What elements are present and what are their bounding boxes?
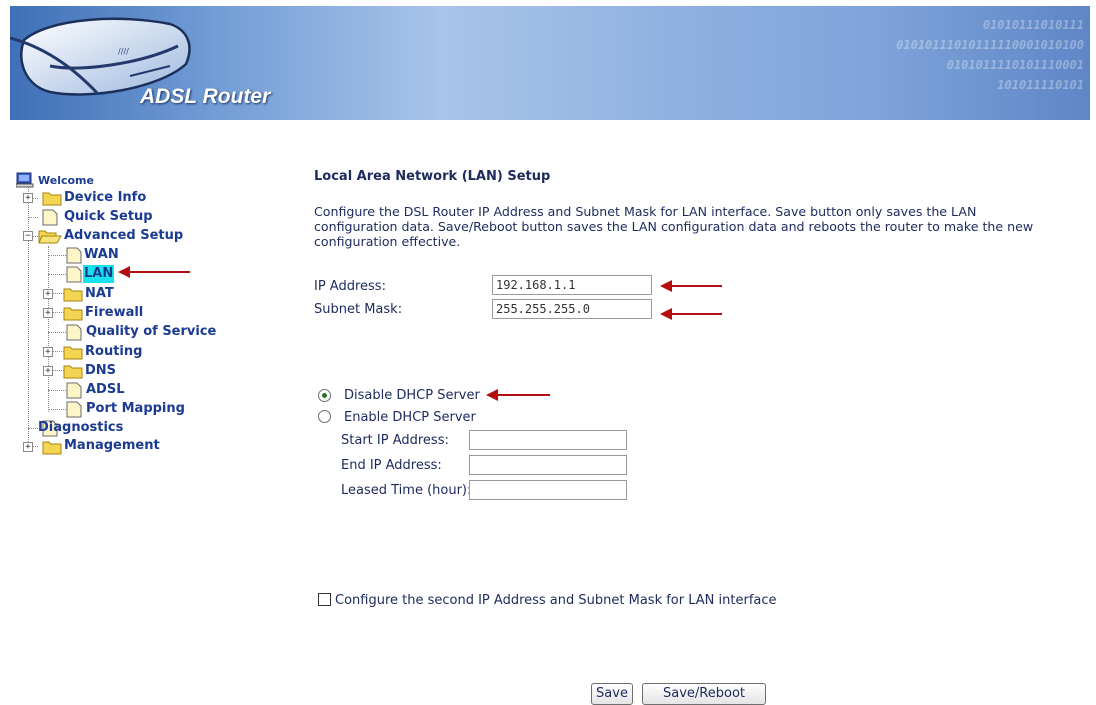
annotation-arrow — [660, 280, 722, 292]
page-description: Configure the DSL Router IP Address and … — [314, 204, 1034, 249]
ip-address-input[interactable]: 192.168.1.1 — [492, 275, 652, 295]
leased-time-label: Leased Time (hour): — [341, 483, 472, 498]
annotation-arrow — [486, 389, 550, 401]
subnet-mask-input[interactable]: 255.255.255.0 — [492, 299, 652, 319]
leased-time-input[interactable] — [469, 480, 627, 500]
start-ip-input[interactable] — [469, 430, 627, 450]
start-ip-label: Start IP Address: — [341, 433, 449, 448]
disable-dhcp-label: Disable DHCP Server — [344, 388, 480, 403]
end-ip-input[interactable] — [469, 455, 627, 475]
main-content: Local Area Network (LAN) Setup Configure… — [0, 0, 1096, 705]
subnet-mask-label: Subnet Mask: — [314, 302, 403, 317]
annotation-arrow — [660, 308, 722, 320]
disable-dhcp-radio[interactable] — [318, 389, 331, 402]
page-title: Local Area Network (LAN) Setup — [314, 169, 551, 184]
enable-dhcp-radio[interactable] — [318, 410, 331, 423]
save-reboot-button[interactable]: Save/Reboot — [642, 683, 766, 705]
save-button[interactable]: Save — [591, 683, 633, 705]
end-ip-label: End IP Address: — [341, 458, 442, 473]
enable-dhcp-label: Enable DHCP Server — [344, 410, 476, 425]
second-ip-checkbox[interactable] — [318, 593, 331, 606]
ip-address-label: IP Address: — [314, 279, 386, 294]
second-ip-label: Configure the second IP Address and Subn… — [335, 593, 777, 608]
